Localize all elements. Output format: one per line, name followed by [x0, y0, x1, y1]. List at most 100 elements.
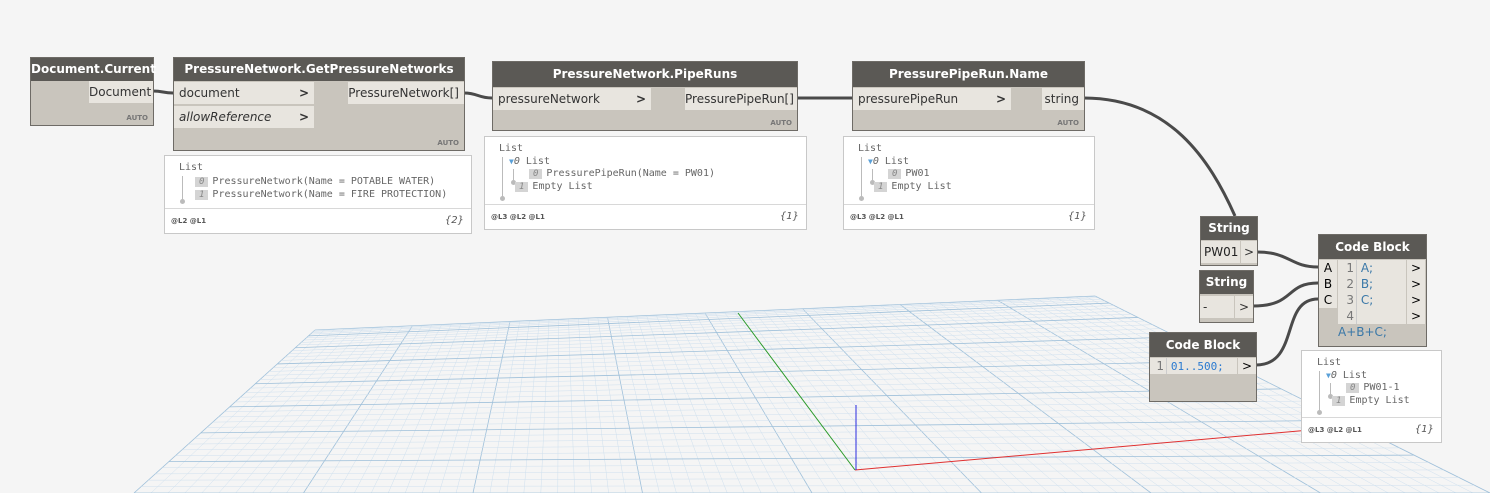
- grid-line: [314, 295, 1096, 331]
- grid-line: [148, 477, 1459, 481]
- tree-line: [861, 157, 862, 197]
- grid-line: [250, 366, 1236, 389]
- output-port[interactable]: >: [1407, 292, 1425, 308]
- output-port[interactable]: >: [1407, 308, 1425, 324]
- node-string-dash[interactable]: String - >: [1199, 270, 1254, 323]
- preview-root: List: [499, 143, 524, 154]
- node-title: String: [1201, 217, 1257, 240]
- grid-line: [269, 326, 394, 493]
- preview-item: 1 Empty List: [1332, 395, 1410, 406]
- input-port-pressurenetwork[interactable]: pressureNetwork >: [493, 88, 651, 110]
- input-port-c[interactable]: C: [1319, 292, 1337, 308]
- node-pipe-run-name[interactable]: PressurePipeRun.Name pressurePipeRun > st…: [852, 61, 1085, 131]
- grid-line: [578, 318, 592, 493]
- chevron-right-icon: >: [298, 110, 309, 124]
- grid-line: [753, 310, 897, 493]
- grid-line: [288, 324, 1153, 354]
- grid-line: [782, 309, 948, 493]
- line-number: 4: [1338, 308, 1357, 324]
- preview-footer: @L3 @L2 @L1 {1}: [485, 204, 806, 229]
- preview-sublist: ▼0 List: [1326, 370, 1367, 381]
- grid-line: [167, 328, 335, 493]
- output-port-document[interactable]: Document: [89, 81, 153, 103]
- output-port-pressurenetwork[interactable]: PressureNetwork[]: [348, 82, 464, 104]
- node-title: Code Block: [1150, 333, 1256, 357]
- lacing-label: AUTO: [770, 119, 792, 127]
- code-text[interactable]: 01..500;: [1171, 360, 1224, 373]
- lacing-label: AUTO: [1057, 119, 1079, 127]
- preview-bubble-result: List ▼0 List 0 PW01-1 1 Empty List @L3 @L2…: [1301, 350, 1442, 443]
- line-number: 1: [1150, 358, 1167, 374]
- grid-line: [184, 328, 345, 493]
- grid-line: [206, 413, 1332, 428]
- output-port[interactable]: >: [1238, 358, 1256, 374]
- grid-line: [568, 318, 575, 493]
- grid-line: [540, 319, 550, 493]
- grid-line: [285, 328, 1161, 358]
- node-title: Document.Current: [31, 58, 156, 81]
- output-port-pressurepiperun[interactable]: PressurePipeRun[]: [685, 88, 797, 110]
- line-number: 2: [1338, 276, 1357, 292]
- code-text[interactable]: C;: [1361, 293, 1373, 307]
- code-text[interactable]: A;: [1361, 261, 1373, 275]
- node-code-block-range[interactable]: Code Block 1 01..500; >: [1149, 332, 1257, 402]
- preview-root: List: [1317, 357, 1342, 368]
- input-port-pressurepiperun[interactable]: pressurePipeRun >: [853, 88, 1011, 110]
- grid-plane: [133, 295, 1490, 493]
- input-port-document[interactable]: document >: [174, 82, 314, 104]
- grid-line: [245, 371, 1247, 393]
- input-port-allowreference[interactable]: allowReference >: [174, 106, 314, 128]
- tree-dot: [859, 196, 864, 201]
- node-get-pressure-networks[interactable]: PressureNetwork.GetPressureNetworks docu…: [173, 57, 465, 151]
- node-string-pw01[interactable]: String PW01 >: [1200, 216, 1258, 266]
- node-title: Code Block: [1319, 235, 1426, 259]
- grid-line: [557, 319, 559, 493]
- code-text[interactable]: B;: [1361, 277, 1373, 291]
- output-port-string[interactable]: string: [1042, 88, 1084, 110]
- grid-line: [150, 329, 325, 493]
- item-count: {1}: [1414, 424, 1434, 435]
- wire-networks: [463, 91, 493, 100]
- tree-dot: [500, 196, 505, 201]
- output-port[interactable]: >: [1235, 296, 1253, 318]
- grid-line: [841, 306, 1050, 493]
- code-line[interactable]: 1 01..500;: [1150, 358, 1237, 374]
- output-port[interactable]: >: [1407, 276, 1425, 292]
- grid-line: [860, 306, 1084, 493]
- grid-line: [155, 469, 1444, 475]
- grid-line: [792, 309, 965, 493]
- node-document-current[interactable]: Document.Current Document AUTO: [30, 57, 156, 126]
- grid-line: [194, 426, 1358, 439]
- preview-sublist: ▼0 List: [868, 156, 909, 167]
- node-code-block-concat[interactable]: Code Block A B C 1 A; >2 B; >3 C; >4 A+B+C;…: [1318, 234, 1427, 347]
- output-port[interactable]: >: [1407, 260, 1425, 276]
- string-value-input[interactable]: PW01: [1201, 241, 1240, 263]
- code-line[interactable]: 4 A+B+C;: [1338, 308, 1406, 339]
- grid-line: [890, 304, 1135, 493]
- item-count: {1}: [779, 211, 799, 222]
- code-line[interactable]: 1 A;: [1338, 260, 1406, 276]
- item-count: {2}: [444, 215, 464, 226]
- code-line[interactable]: 3 C;: [1338, 292, 1406, 308]
- chevron-right-icon: >: [298, 86, 309, 100]
- output-port[interactable]: >: [1241, 241, 1257, 263]
- node-pipe-runs[interactable]: PressureNetwork.PipeRuns pressureNetwork…: [492, 61, 798, 131]
- preview-item: 1 Empty List: [874, 181, 952, 192]
- preview-footer: @L3 @L2 @L1 {1}: [1302, 417, 1441, 442]
- input-port-b[interactable]: B: [1319, 276, 1337, 292]
- code-line[interactable]: 2 B;: [1338, 276, 1406, 292]
- grid-line: [252, 326, 384, 493]
- chevron-right-icon: >: [995, 92, 1006, 106]
- preview-item: 1 PressureNetwork(Name = FIRE PROTECTION): [195, 189, 447, 200]
- wire-string2-b: [1252, 281, 1319, 308]
- port-label: pressurePipeRun: [858, 92, 959, 106]
- node-title: String: [1200, 271, 1253, 294]
- line-number: 3: [1338, 292, 1357, 308]
- input-port-a[interactable]: A: [1319, 260, 1337, 276]
- preview-footer: @L2 @L1 {2}: [165, 208, 471, 233]
- preview-item: 0 PW01-1: [1346, 382, 1400, 393]
- string-value-input[interactable]: -: [1200, 296, 1234, 318]
- grid-line: [313, 297, 1099, 332]
- code-text[interactable]: A+B+C;: [1338, 325, 1387, 339]
- grid-line: [831, 307, 1033, 493]
